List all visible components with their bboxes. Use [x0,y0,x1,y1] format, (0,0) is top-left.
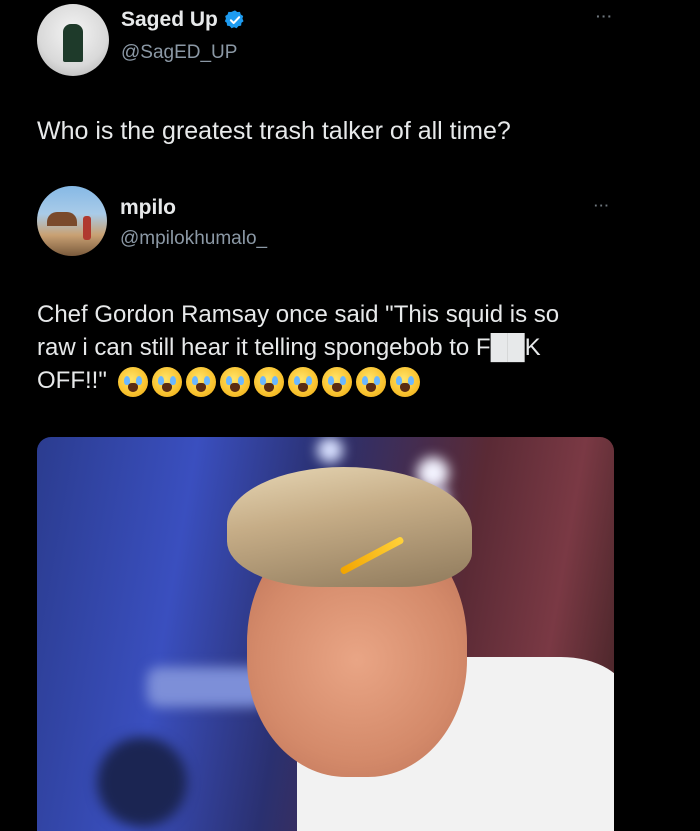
more-horizontal-icon[interactable]: ··· [594,198,610,213]
emoji-row [117,366,420,397]
bokeh-shape [97,737,187,827]
mpilo-avatar[interactable] [37,186,107,256]
mpilo-name-row[interactable]: mpilo [120,196,176,220]
mpilo-handle[interactable]: @mpilokhumalo_ [120,228,267,250]
emoji-mouth [161,382,172,392]
avatar-person [83,216,91,240]
mpilo-display-name[interactable]: mpilo [120,196,176,220]
bokeh-light [317,437,343,463]
outer-tweet-text: Who is the greatest trash talker of all … [37,117,511,145]
verified-badge-icon [224,10,244,29]
gordon-ramsay-photo[interactable] [37,437,614,831]
emoji-mouth [399,382,410,392]
emoji-mouth [331,382,342,392]
loudly-crying-face-icon [185,366,216,397]
saged-up-handle[interactable]: @SagED_UP [121,42,237,64]
loudly-crying-face-icon [287,366,318,397]
loudly-crying-face-icon [321,366,352,397]
quoted-tweet-line-2: raw i can still hear it telling spongebo… [37,334,541,361]
emoji-mouth [127,382,138,392]
loudly-crying-face-icon [117,366,148,397]
loudly-crying-face-icon [389,366,420,397]
saged-up-name-row[interactable]: Saged Up [121,8,246,32]
quoted-tweet-line-3-text: OFF!!" [37,367,107,394]
loudly-crying-face-icon [355,366,386,397]
emoji-mouth [297,382,308,392]
avatar-figure [63,24,83,62]
emoji-mouth [195,382,206,392]
loudly-crying-face-icon [151,366,182,397]
saged-up-avatar[interactable] [37,4,109,76]
emoji-mouth [365,382,376,392]
loudly-crying-face-icon [253,366,284,397]
more-horizontal-icon[interactable]: ··· [596,8,613,24]
emoji-mouth [229,382,240,392]
quoted-tweet-text: Chef Gordon Ramsay once said "This squid… [37,298,559,397]
quoted-tweet-line-1: Chef Gordon Ramsay once said "This squid… [37,301,560,328]
emoji-mouth [263,382,274,392]
saged-up-display-name[interactable]: Saged Up [121,8,218,32]
quoted-tweet-line-3: OFF!!" [37,364,559,397]
loudly-crying-face-icon [219,366,250,397]
avatar-building [47,212,77,226]
